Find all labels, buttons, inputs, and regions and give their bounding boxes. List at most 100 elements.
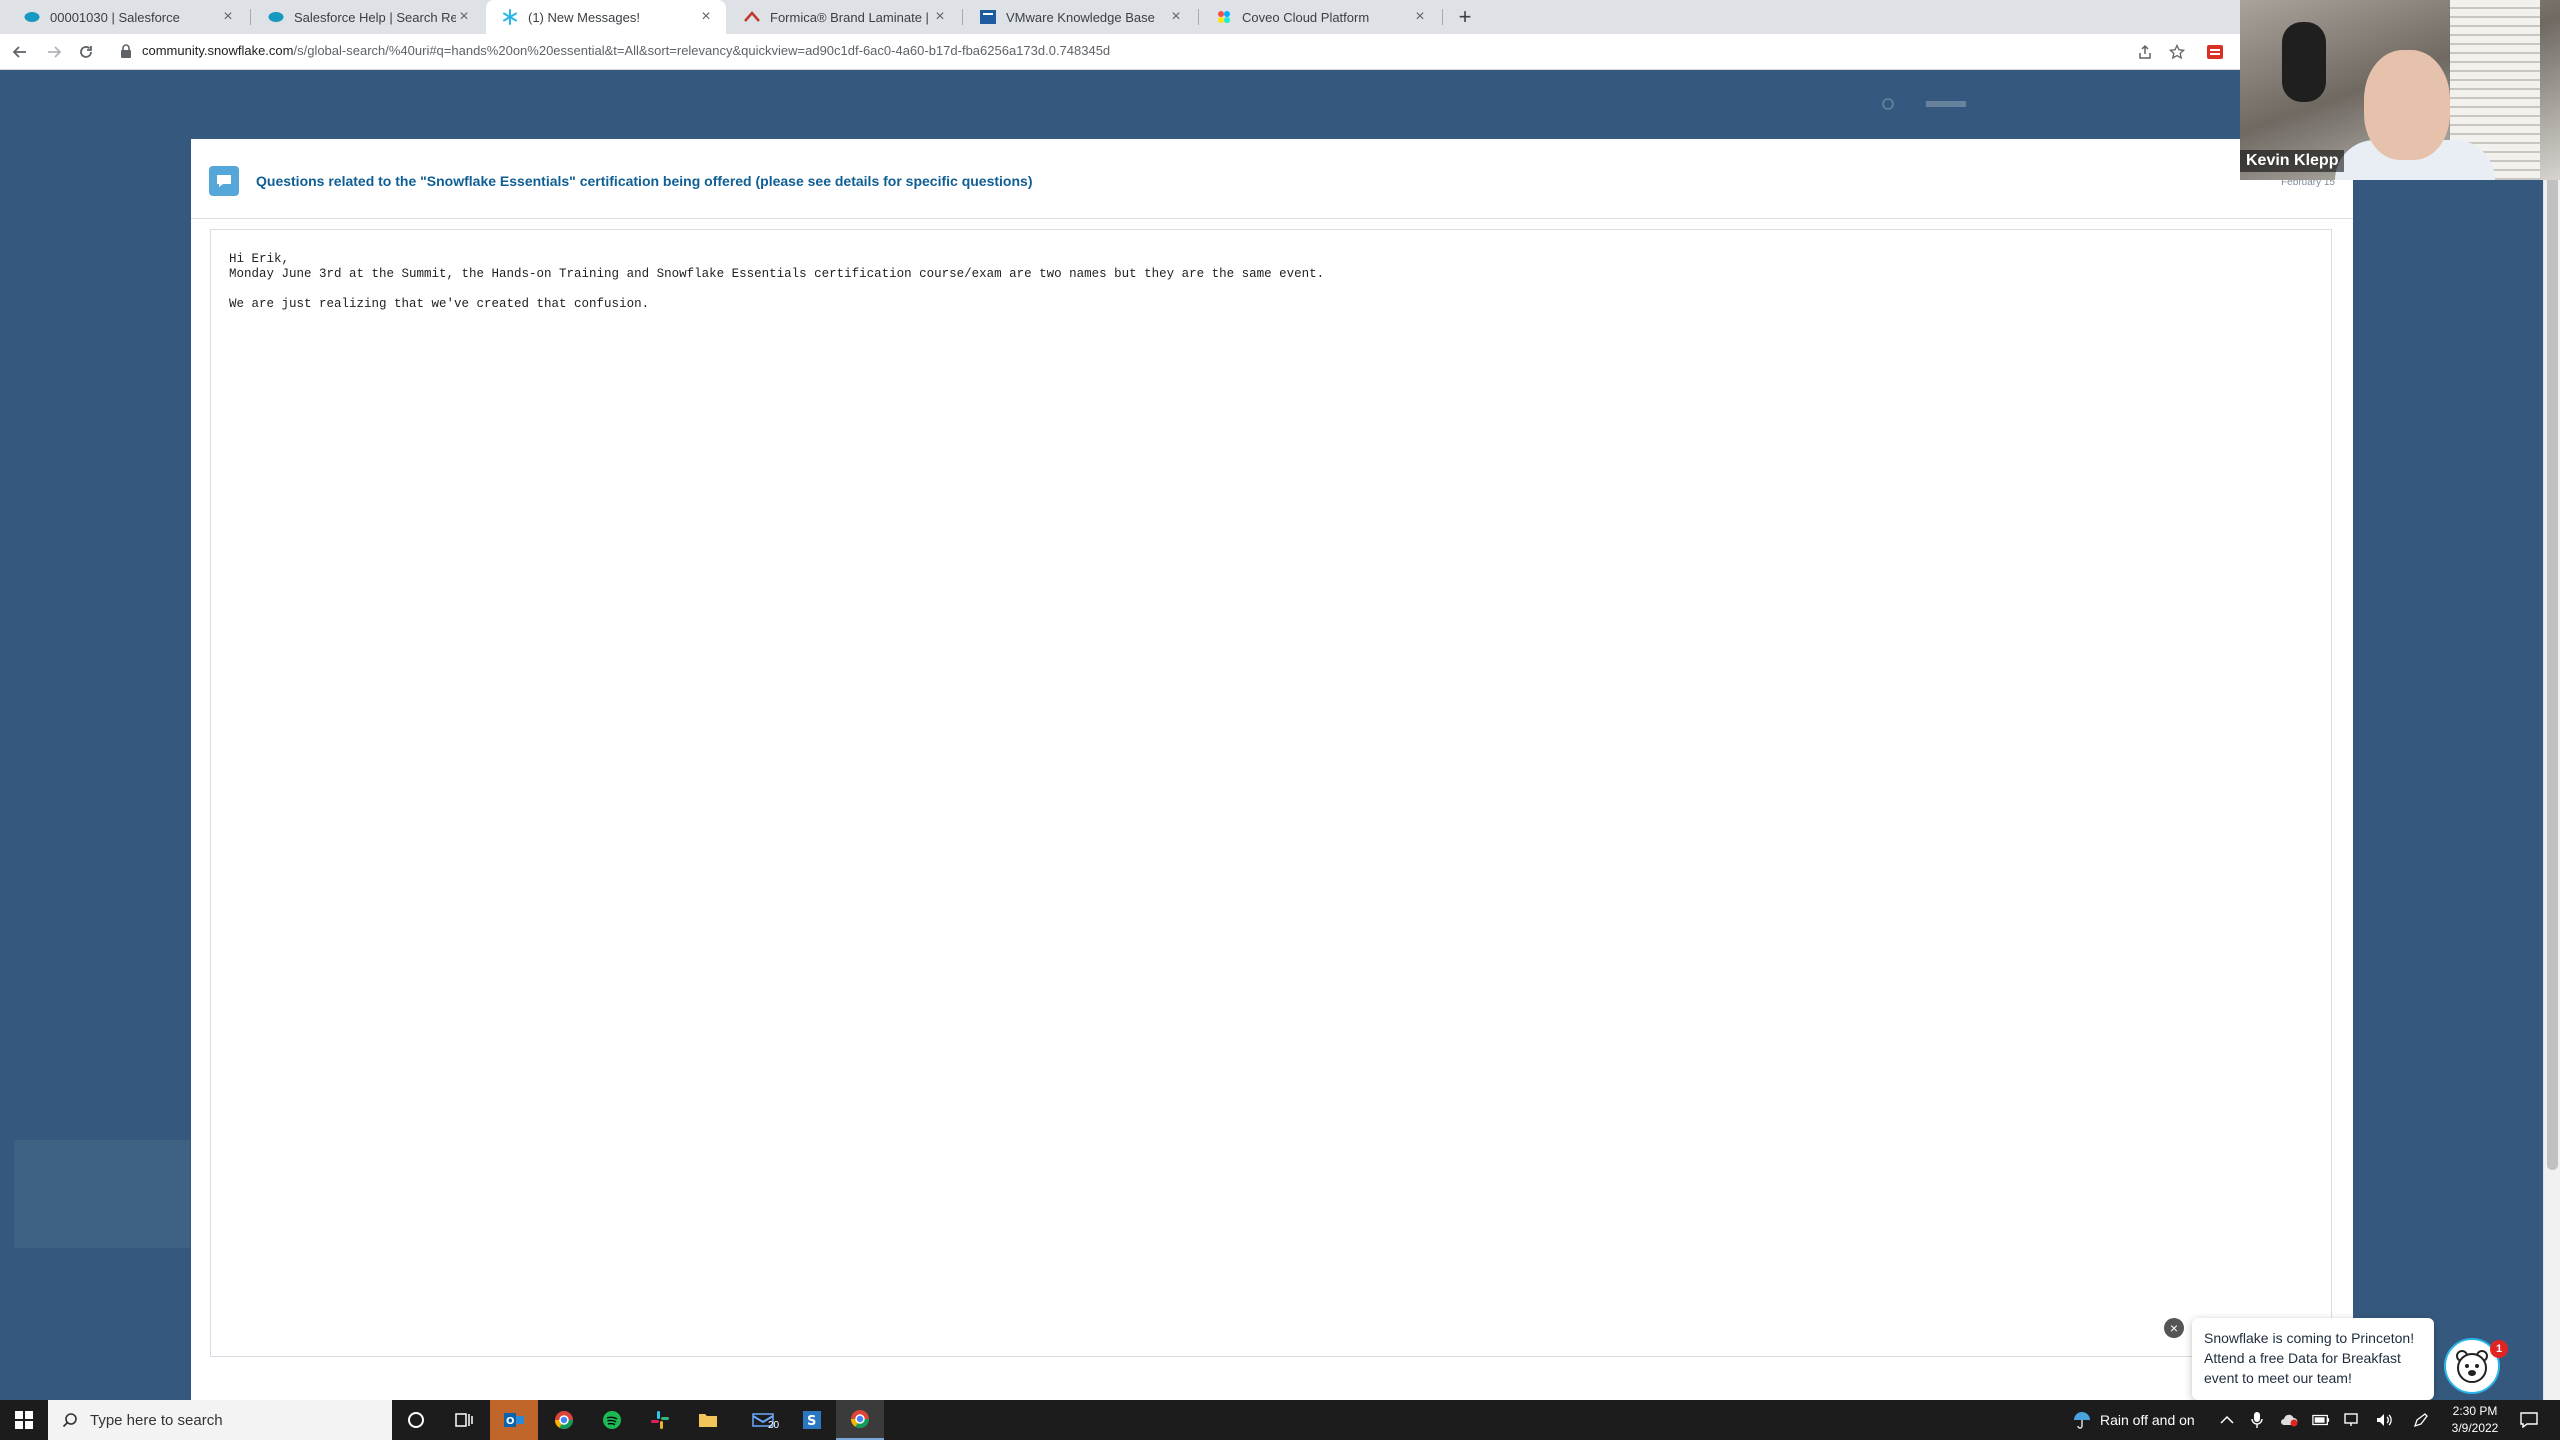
taskbar-file-explorer[interactable] (684, 1400, 732, 1440)
quickview-modal: Questions related to the "Snowflake Esse… (191, 139, 2353, 1439)
browser-tab-strip: 00001030 | Salesforce × Salesforce Help … (0, 0, 2560, 34)
folder-icon (699, 1414, 717, 1427)
browser-tab-vmware[interactable]: VMware Knowledge Base × (964, 0, 1196, 34)
notification-icon (2520, 1412, 2538, 1428)
browser-toolbar: community.snowflake.com/s/global-search/… (0, 34, 2560, 70)
mail-count-badge: 20 (768, 1420, 780, 1431)
taskbar-mail[interactable]: 20 (740, 1400, 788, 1440)
weather-text: Rain off and on (2100, 1412, 2195, 1428)
tray-microphone[interactable] (2248, 1411, 2266, 1429)
taskbar-app-s[interactable]: S (788, 1400, 836, 1440)
clock-time: 2:30 PM (2452, 1404, 2498, 1418)
message-body: Hi Erik, Monday June 3rd at the Summit, t… (210, 229, 2332, 1357)
tray-cloud-warning[interactable] (2280, 1411, 2298, 1429)
salesforce-cloud-icon (24, 9, 40, 25)
svg-text:O: O (506, 1416, 515, 1427)
close-tab-icon[interactable]: × (220, 8, 236, 26)
snowflake-icon (502, 9, 518, 25)
start-button[interactable] (0, 1400, 48, 1440)
arrow-right-icon (48, 46, 62, 58)
star-icon (2169, 44, 2185, 60)
share-icon (2139, 44, 2151, 59)
browser-tab-new-messages[interactable]: (1) New Messages! × (486, 0, 726, 34)
forward-button[interactable] (42, 40, 66, 64)
extension-button[interactable] (2204, 42, 2226, 62)
browser-tab-coveo[interactable]: Coveo Cloud Platform × (1200, 0, 1440, 34)
weather-widget[interactable]: Rain off and on (2072, 1410, 2195, 1430)
close-tab-icon[interactable]: × (698, 8, 714, 26)
browser-tab-salesforce-help[interactable]: Salesforce Help | Search Results × (252, 0, 484, 34)
page-scrollbar[interactable] (2543, 70, 2560, 1400)
address-bar[interactable]: community.snowflake.com/s/global-search/… (142, 43, 1110, 58)
action-center-button[interactable] (2520, 1411, 2538, 1429)
tray-volume[interactable] (2376, 1411, 2394, 1429)
message-line-body: Monday June 3rd at the Summit, the Hands… (229, 267, 1325, 281)
reload-icon (80, 46, 92, 58)
speaker-icon (2377, 1414, 2392, 1426)
close-popup-button[interactable]: × (2164, 1318, 2184, 1338)
lock-icon[interactable] (120, 44, 132, 63)
message-text: Hi Erik, Monday June 3rd at the Summit, t… (229, 252, 1324, 312)
cortana-circle-icon (408, 1412, 424, 1428)
spotify-icon (603, 1411, 621, 1429)
microphone-icon (2282, 22, 2326, 102)
tab-title: Coveo Cloud Platform (1242, 9, 1370, 25)
task-view-button[interactable] (440, 1400, 488, 1440)
modal-header: Questions related to the "Snowflake Esse… (191, 139, 2353, 219)
tab-title: Salesforce Help | Search Results (294, 9, 456, 25)
message-line-closing: We are just realizing that we've created… (229, 297, 650, 311)
windows-logo-icon (15, 1411, 33, 1429)
salesforce-cloud-icon (268, 9, 284, 25)
tray-battery[interactable] (2312, 1411, 2330, 1429)
chat-notification-badge: 1 (2490, 1340, 2508, 1358)
arrow-left-icon (12, 46, 26, 58)
page-backdrop: Questions related to the "Snowflake Esse… (0, 70, 2560, 1439)
chat-bubble-icon (209, 166, 239, 196)
taskbar-spotify[interactable] (588, 1400, 636, 1440)
taskbar-clock[interactable]: 2:30 PM 3/9/2022 (2440, 1403, 2510, 1437)
taskbar-slack[interactable] (636, 1400, 684, 1440)
dimmed-header-search (1880, 96, 2000, 112)
taskbar-search-box[interactable]: Type here to search (48, 1400, 392, 1440)
question-title-link[interactable]: Questions related to the "Snowflake Esse… (256, 173, 1032, 189)
browser-tab-salesforce-case[interactable]: 00001030 | Salesforce × (8, 0, 248, 34)
url-path: /s/global-search/%40uri#q=hands%20on%20e… (293, 43, 1111, 58)
svg-text:S: S (807, 1414, 816, 1429)
back-button[interactable] (8, 40, 32, 64)
share-button[interactable] (2134, 42, 2156, 62)
scrollbar-thumb[interactable] (2547, 100, 2558, 1170)
formica-icon (744, 9, 760, 25)
new-tab-button[interactable]: + (1452, 4, 1478, 30)
browser-tab-formica[interactable]: Formica® Brand Laminate | Form × (728, 0, 960, 34)
task-view-icon (455, 1413, 473, 1427)
network-icon (2344, 1413, 2358, 1426)
windows-taskbar: Type here to search O 20 S Rain off and … (0, 1400, 2560, 1440)
message-line-greeting: Hi Erik, (229, 252, 290, 266)
taskbar-outlook[interactable]: O (490, 1400, 538, 1440)
tray-network[interactable] (2344, 1411, 2362, 1429)
tab-title: VMware Knowledge Base (1006, 9, 1155, 25)
clock-date: 3/9/2022 (2451, 1421, 2499, 1435)
dimmed-side-panel (14, 1140, 190, 1248)
close-tab-icon[interactable]: × (1412, 8, 1428, 26)
bookmark-button[interactable] (2166, 42, 2188, 62)
reload-button[interactable] (74, 40, 98, 64)
show-hidden-icons-button[interactable] (2218, 1411, 2236, 1429)
url-host: community.snowflake.com (142, 43, 294, 58)
close-tab-icon[interactable]: × (456, 8, 472, 26)
cortana-button[interactable] (392, 1400, 440, 1440)
taskbar-chrome[interactable] (540, 1400, 588, 1440)
tab-title: 00001030 | Salesforce (50, 9, 180, 25)
s-app-icon: S (803, 1411, 821, 1429)
microphone-icon (2251, 1412, 2263, 1428)
close-tab-icon[interactable]: × (932, 8, 948, 26)
close-tab-icon[interactable]: × (1168, 8, 1184, 26)
chat-promo-popup[interactable]: Snowflake is coming to Princeton! Attend… (2192, 1318, 2434, 1400)
video-participant-name: Kevin Klepp (2240, 150, 2345, 172)
chevron-up-icon (2220, 1415, 2234, 1424)
outlook-icon: O (504, 1413, 524, 1427)
taskbar-chrome-active[interactable] (836, 1400, 884, 1440)
tab-title: Formica® Brand Laminate | Form (770, 9, 932, 25)
cloud-alert-icon (2281, 1414, 2298, 1427)
tray-pen[interactable] (2412, 1411, 2430, 1429)
